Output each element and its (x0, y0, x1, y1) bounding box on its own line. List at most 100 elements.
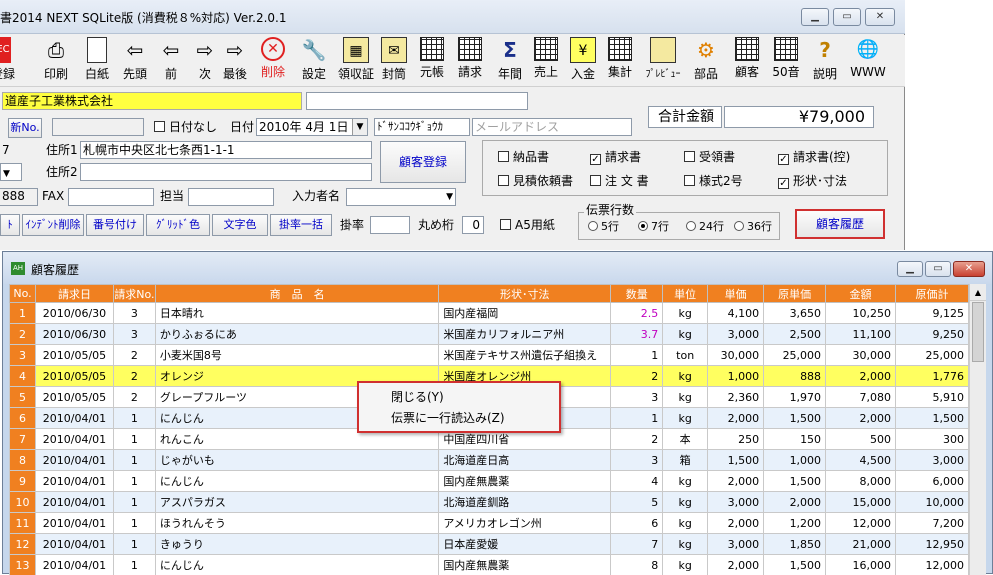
toolbar-customer-grid-button[interactable]: 顧客 (728, 37, 766, 85)
check-order[interactable]: 注 文 書 (590, 172, 649, 190)
toolbar-register-button[interactable]: EC登録 (0, 37, 20, 85)
new-no-button[interactable]: 新No. (8, 118, 42, 138)
table-row[interactable]: 32010/05/052小麦米国8号米国産テキサス州遺伝子組換え1ton30,0… (10, 345, 969, 366)
toolbar-last-arrow-button[interactable]: ⇨最後 (218, 37, 252, 85)
fax-field[interactable] (68, 188, 154, 206)
history-minimize-button[interactable]: ▁ (897, 261, 923, 277)
toolbar-summary-grid-button[interactable]: 集計 (602, 37, 638, 85)
toolbar-gear-button[interactable]: ⚙部品 (688, 37, 724, 85)
history-close-button[interactable]: ✕ (953, 261, 985, 277)
tel-field[interactable] (0, 188, 38, 206)
column-header[interactable]: 請求日 (35, 285, 113, 303)
chevron-down-icon[interactable]: ▼ (352, 119, 367, 135)
toolbar-help-button[interactable]: ?説明 (810, 37, 840, 85)
toolbar-printer-button[interactable]: ⎙印刷 (36, 37, 76, 85)
check-receipt[interactable]: 受領書 (684, 148, 735, 166)
check-box[interactable]: ✓ (590, 154, 601, 165)
toolbar-kana-grid-button[interactable]: 50音 (768, 37, 804, 85)
check-quote-request[interactable]: 見積依頼書 (498, 172, 573, 190)
toolbar-yen-button[interactable]: ¥入金 (566, 37, 600, 85)
scroll-up-icon[interactable]: ▲ (970, 284, 986, 301)
chevron-down-icon[interactable]: ▼ (446, 189, 453, 205)
table-row[interactable]: 92010/04/011にんじん国内産無農薬4kg2,0001,5008,000… (10, 471, 969, 492)
toolbar-envelope-button[interactable]: ✉封筒 (376, 37, 412, 85)
grid-color-button[interactable]: ｸﾞﾘｯﾄﾞ色 (146, 214, 210, 236)
column-header[interactable]: No. (10, 285, 36, 303)
column-header[interactable]: 請求No. (113, 285, 155, 303)
maximize-button[interactable]: ▭ (833, 8, 861, 26)
table-row[interactable]: 102010/04/011アスパラガス北海道産釧路5kg3,0002,00015… (10, 492, 969, 513)
column-header[interactable]: 原単価 (764, 285, 826, 303)
menu-item-load-row[interactable]: 伝票に一行読込み(Z) (391, 409, 505, 426)
indent-delete-button[interactable]: ｲﾝﾃﾞﾝﾄ削除 (22, 214, 84, 236)
toolbar-delete-button[interactable]: ✕削除 (256, 37, 290, 85)
check-invoice-copy[interactable]: ✓請求書(控) (778, 148, 850, 166)
radio[interactable] (638, 221, 648, 231)
customer-register-button[interactable]: 顧客登録 (380, 141, 466, 183)
toolbar-receipt-button[interactable]: ▦領収証 (338, 37, 374, 85)
entry-name-dropdown[interactable]: ▼ (346, 188, 456, 206)
table-row[interactable]: 112010/04/011ほうれんそうアメリカオレゴン州6kg2,0001,20… (10, 513, 969, 534)
check-box[interactable] (498, 151, 509, 162)
company-sub-field[interactable] (306, 92, 528, 110)
slip-rows-24[interactable]: 24行 (686, 218, 724, 236)
column-header[interactable]: 商 品 名 (155, 285, 438, 303)
menu-item-close[interactable]: 閉じる(Y) (391, 388, 444, 405)
toolbar-next-arrow-button[interactable]: ⇨次 (190, 37, 220, 85)
table-row[interactable]: 132010/04/011にんじん国内産無農薬8kg2,0001,50016,0… (10, 555, 969, 575)
slip-rows-7[interactable]: 7行 (638, 218, 669, 236)
rate-bulk-button[interactable]: 掛率一括 (270, 214, 332, 236)
radio[interactable] (588, 221, 598, 231)
toolbar-wrench-button[interactable]: 🔧設定 (296, 37, 332, 85)
table-row[interactable]: 82010/04/011じゃがいも北海道産日高3箱1,5001,0004,500… (10, 450, 969, 471)
check-delivery[interactable]: 納品書 (498, 148, 549, 166)
check-form2[interactable]: 様式2号 (684, 172, 743, 190)
check-shape-size[interactable]: ✓形状･寸法 (778, 172, 847, 190)
slip-no-field[interactable] (52, 118, 144, 136)
toolbar-first-arrow-button[interactable]: ⇦先頭 (118, 37, 152, 85)
slip-rows-36[interactable]: 36行 (734, 218, 772, 236)
rate-field[interactable] (370, 216, 410, 234)
a5-check-box[interactable] (500, 219, 511, 230)
history-maximize-button[interactable]: ▭ (925, 261, 951, 277)
no-date-checkbox[interactable]: 日付なし (154, 118, 217, 136)
toolbar-sigma-button[interactable]: Σ年間 (494, 37, 526, 85)
toolbar-preview-button[interactable]: ﾌﾟﾚﾋﾞｭｰ (640, 37, 686, 85)
close-button[interactable]: ✕ (865, 8, 895, 26)
no-date-check-box[interactable] (154, 121, 165, 132)
person-field[interactable] (188, 188, 274, 206)
customer-history-button[interactable]: 顧客履歴 (795, 209, 885, 239)
round-field[interactable]: 0 (462, 216, 484, 234)
table-row[interactable]: 12010/06/303日本晴れ国内産福岡2.5kg4,1003,65010,2… (10, 303, 969, 324)
a5-checkbox[interactable]: A5用紙 (500, 216, 555, 234)
toolbar-invoice-grid-button[interactable]: 請求 (452, 37, 488, 85)
toolbar-globe-button[interactable]: 🌐WWW (848, 37, 888, 85)
column-header[interactable]: 形状･寸法 (439, 285, 611, 303)
address1-field[interactable]: 札幌市中央区北七条西1-1-1 (80, 141, 372, 159)
check-box[interactable] (590, 175, 601, 186)
radio[interactable] (686, 221, 696, 231)
small-button-0[interactable]: ﾄ (0, 214, 20, 236)
minimize-button[interactable]: ▁ (801, 8, 829, 26)
check-invoice[interactable]: ✓請求書 (590, 148, 641, 166)
column-header[interactable]: 金額 (826, 285, 896, 303)
slip-rows-5[interactable]: 5行 (588, 218, 619, 236)
check-box[interactable]: ✓ (778, 154, 789, 165)
check-box[interactable] (684, 151, 695, 162)
email-field[interactable]: メールアドレス (472, 118, 632, 136)
address2-field[interactable] (80, 163, 372, 181)
toolbar-blank-page-button[interactable]: 白紙 (80, 37, 114, 85)
chevron-down-icon[interactable]: ▼ (3, 169, 10, 179)
company-name-field[interactable]: 道産子工業株式会社 (2, 92, 302, 110)
kana-field[interactable]: ﾄﾞｻﾝｺｺｳｷﾞｮｳｶ (374, 118, 470, 136)
toolbar-sales-grid-button[interactable]: 売上 (528, 37, 564, 85)
vertical-scrollbar[interactable]: ▲ (969, 284, 986, 575)
check-box[interactable] (498, 175, 509, 186)
column-header[interactable]: 数量 (611, 285, 663, 303)
scroll-thumb[interactable] (972, 302, 984, 362)
text-color-button[interactable]: 文字色 (212, 214, 268, 236)
table-row[interactable]: 22010/06/303かりふぉるにあ米国産カリフォルニア州3.7kg3,000… (10, 324, 969, 345)
date-picker[interactable]: 2010年 4月 1日▼ (256, 118, 368, 136)
table-row[interactable]: 122010/04/011きゅうり日本産愛媛7kg3,0001,85021,00… (10, 534, 969, 555)
column-header[interactable]: 原価計 (895, 285, 968, 303)
